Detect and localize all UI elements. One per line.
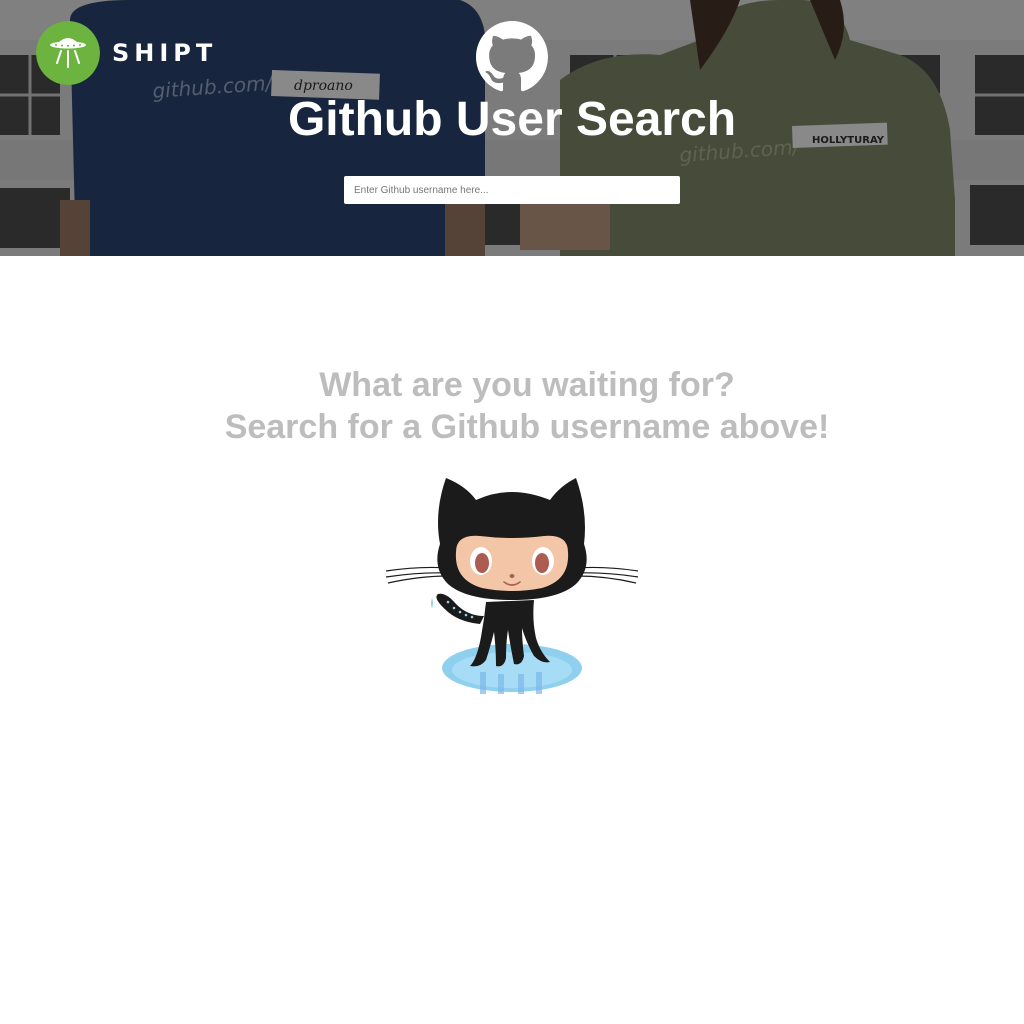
octocat-illustration xyxy=(385,478,639,694)
search-input[interactable] xyxy=(344,176,680,204)
hero-header: github.com/ dproano github.com/ HOLLYTUR… xyxy=(0,0,1024,256)
ufo-icon xyxy=(36,21,100,85)
brand[interactable]: SHIPT xyxy=(36,21,217,85)
empty-state-line-1: What are you waiting for? xyxy=(319,366,735,404)
empty-state-line-2: Search for a Github username above! xyxy=(224,408,830,446)
github-octocat-icon xyxy=(476,21,548,92)
brand-name: SHIPT xyxy=(112,39,218,67)
empty-state-message: What are you waiting for? Search for a G… xyxy=(0,364,1024,448)
page-title: Github User Search xyxy=(287,93,737,146)
